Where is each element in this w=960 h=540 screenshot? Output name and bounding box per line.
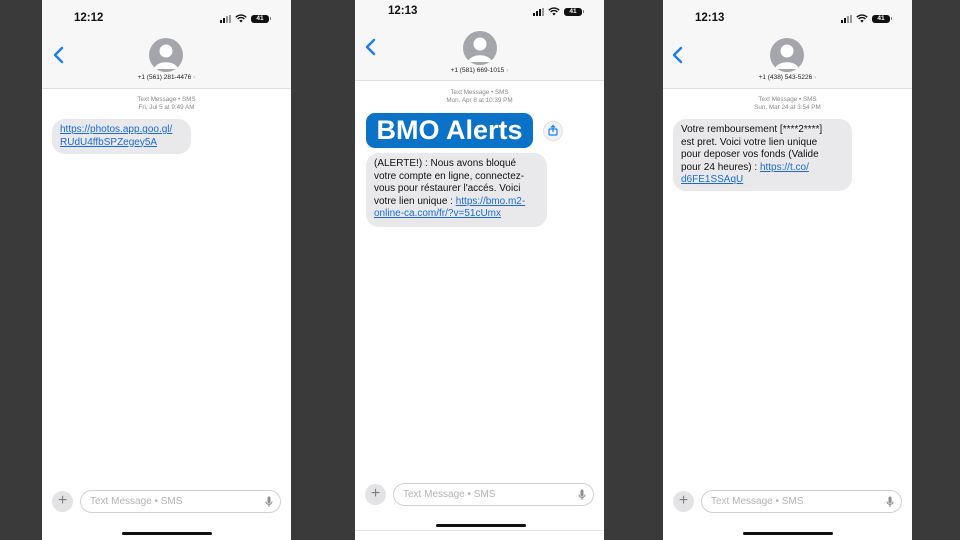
- message-text-line-1: (ALERTE!) : Nous avons bloqué: [374, 158, 517, 169]
- chevron-left-icon[interactable]: [670, 45, 686, 65]
- wifi-icon: [856, 14, 868, 23]
- conversation-header: 12:13 41 +1 (438) 543-5226 ›: [663, 0, 912, 89]
- wifi-icon: [548, 7, 560, 16]
- phone-screenshot-2: 12:13 41 +1 (581) 669-1015 › Text Message…: [355, 0, 604, 540]
- message-type: Text Message • SMS: [137, 96, 196, 103]
- contact-number-text: +1 (561) 281-4476: [137, 74, 192, 81]
- message-type: Text Message • SMS: [758, 96, 817, 103]
- message-bubble: (ALERTE!) : Nous avons bloqué votre comp…: [366, 153, 547, 227]
- message-bubble: https://photos.app.goo.gl/RUdU4ffbSPZege…: [52, 119, 191, 154]
- contact-number-text: +1 (581) 669-1015: [450, 67, 505, 74]
- message-text-line-3: vous pour réstaurer l'accés. Voici: [374, 183, 521, 195]
- message-text-line-1: Votre remboursement [****2****]: [681, 124, 823, 135]
- message-type: Text Message • SMS: [450, 89, 509, 96]
- message-date: Mon, Apr 8 at 10:39 PM: [446, 97, 513, 104]
- contact-number[interactable]: +1 (438) 543-5226 ›: [663, 74, 912, 81]
- avatar-icon[interactable]: [770, 38, 804, 72]
- contact-number-text: +1 (438) 543-5226: [758, 74, 813, 81]
- message-link-line-1: https://t.co/: [759, 161, 809, 173]
- message-date: Fri, Jul 5 at 9:49 AM: [138, 104, 195, 111]
- message-input-placeholder: Text Message • SMS: [90, 496, 183, 507]
- bmo-alerts-logo-image[interactable]: BMO Alerts: [366, 113, 533, 148]
- message-text-line-3: pour deposer vos fonds (Valide: [681, 149, 819, 161]
- message-link-line-1: https://bmo.m2-: [455, 195, 526, 207]
- contact-chevron-icon: ›: [193, 74, 196, 81]
- plus-icon[interactable]: +: [52, 491, 73, 512]
- contact-number[interactable]: +1 (581) 669-1015 ›: [355, 67, 604, 74]
- message-composer: + Text Message • SMS: [42, 490, 291, 514]
- phone-screenshot-1: 12:12 41 +1 (561) 281-4476 › Text Message…: [42, 0, 291, 540]
- message-input[interactable]: Text Message • SMS: [393, 483, 594, 506]
- message-text-line-2: est pret. Voici votre lien unique: [681, 136, 818, 148]
- conversation-header: 12:12 41 +1 (561) 281-4476 ›: [42, 0, 291, 89]
- signal-icon: [220, 14, 231, 23]
- message-date: Sun, Mar 24 at 3:54 PM: [754, 104, 821, 111]
- message-meta: Text Message • SMS Mon, Apr 8 at 10:39 P…: [355, 89, 604, 105]
- contact-number[interactable]: +1 (561) 281-4476 ›: [42, 74, 291, 81]
- message-composer: + Text Message • SMS: [355, 483, 604, 507]
- message-text-line-2: votre compte en ligne, connectez-: [374, 170, 525, 182]
- message-input-placeholder: Text Message • SMS: [403, 489, 496, 500]
- home-indicator: [122, 532, 212, 535]
- status-icons: 41: [533, 7, 584, 16]
- plus-icon[interactable]: +: [673, 491, 694, 512]
- mic-icon[interactable]: [578, 489, 586, 501]
- message-input[interactable]: Text Message • SMS: [701, 490, 902, 513]
- status-time: 12:13: [388, 5, 418, 17]
- message-link-line-2: online-ca.com/fr/?v=51cUmx: [374, 208, 501, 220]
- message-composer: + Text Message • SMS: [663, 490, 912, 514]
- signal-icon: [841, 14, 852, 23]
- message-link-line-2: d6FE1SSAqU: [681, 174, 744, 186]
- battery-icon: 41: [251, 14, 271, 23]
- share-icon[interactable]: [543, 121, 563, 141]
- wifi-icon: [235, 14, 247, 23]
- message-input[interactable]: Text Message • SMS: [80, 490, 281, 513]
- avatar-icon[interactable]: [463, 31, 497, 65]
- message-bubble: Votre remboursement [****2****] est pret…: [673, 119, 852, 191]
- phone-screenshot-3: 12:13 41 +1 (438) 543-5226 › Text Message…: [663, 0, 912, 540]
- message-meta: Text Message • SMS Sun, Mar 24 at 3:54 P…: [663, 96, 912, 112]
- message-link-line-2: RUdU4ffbSPZegey5A: [60, 136, 158, 148]
- bottom-strip: [355, 530, 604, 540]
- message-text-line-4: votre lien unique :: [374, 195, 456, 207]
- message-text-line-4: pour 24 heures) :: [681, 161, 760, 173]
- chevron-left-icon[interactable]: [51, 45, 67, 65]
- message-meta: Text Message • SMS Fri, Jul 5 at 9:49 AM: [42, 96, 291, 112]
- message-link-line-1: https://photos.app.goo.gl/: [60, 124, 173, 135]
- signal-icon: [533, 7, 544, 16]
- status-icons: 41: [220, 14, 271, 23]
- mic-icon[interactable]: [886, 496, 894, 508]
- status-time: 12:12: [74, 12, 104, 24]
- contact-chevron-icon: ›: [506, 67, 509, 74]
- battery-icon: 41: [564, 7, 584, 16]
- message-link[interactable]: https://photos.app.goo.gl/RUdU4ffbSPZege…: [60, 124, 172, 148]
- home-indicator: [436, 524, 526, 527]
- home-indicator: [743, 532, 833, 535]
- chevron-left-icon[interactable]: [363, 37, 379, 57]
- plus-icon[interactable]: +: [365, 484, 386, 505]
- contact-chevron-icon: ›: [814, 74, 817, 81]
- battery-icon: 41: [872, 14, 892, 23]
- mic-icon[interactable]: [265, 496, 273, 508]
- conversation-header: 12:13 41 +1 (581) 669-1015 ›: [355, 0, 604, 81]
- status-icons: 41: [841, 14, 892, 23]
- status-time: 12:13: [695, 12, 725, 24]
- message-input-placeholder: Text Message • SMS: [711, 496, 804, 507]
- avatar-icon[interactable]: [149, 38, 183, 72]
